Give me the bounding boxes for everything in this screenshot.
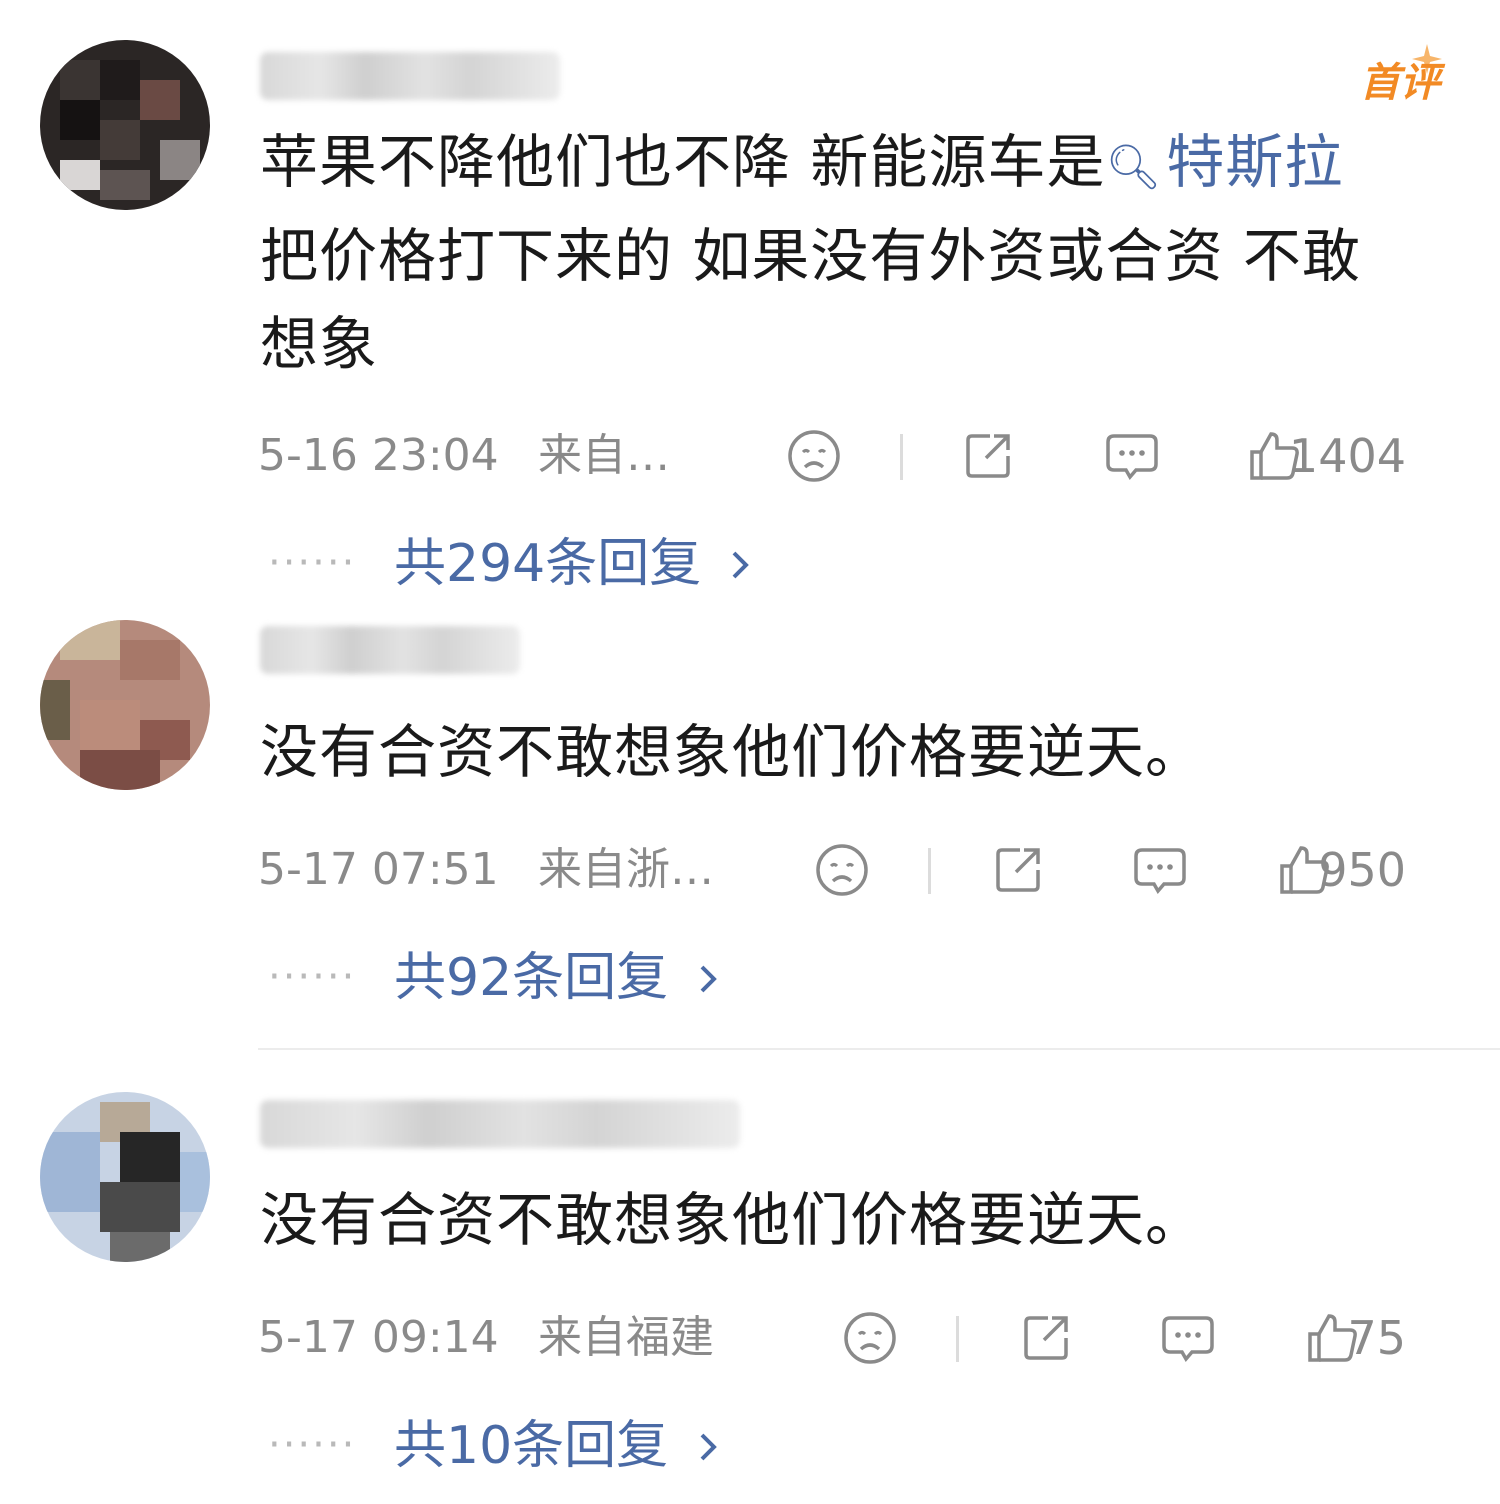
replies-count: 共92条回复: [394, 948, 669, 1008]
like-count: 1404: [1288, 429, 1406, 483]
share-icon[interactable]: [990, 842, 1046, 898]
avatar[interactable]: [40, 1092, 210, 1262]
chevron-right-icon: [700, 1433, 717, 1461]
like-count: 950: [1318, 843, 1406, 897]
comment-location: 来自浙…: [538, 844, 714, 895]
replies-count: 共10条回复: [394, 1416, 669, 1476]
replies-link[interactable]: ······ 共92条回复: [268, 948, 968, 1008]
comment-date: 5-17 09:14: [258, 1312, 499, 1363]
comment-meta: 5-17 09:14 来自福建 75: [258, 1308, 1458, 1368]
username-blurred[interactable]: [260, 1100, 740, 1148]
first-comment-badge: 首评: [1360, 60, 1440, 106]
sad-face-icon[interactable]: [842, 1310, 898, 1366]
comment-location: 来自…: [538, 430, 670, 481]
comment-meta: 5-17 07:51 来自浙… 950: [258, 840, 1458, 900]
like-count: 75: [1347, 1311, 1406, 1365]
dots-decoration: ······: [268, 540, 357, 586]
chevron-right-icon: [732, 551, 749, 579]
comment-text: 没有合资不敢想象他们价格要逆天。: [260, 718, 1205, 786]
topic-link[interactable]: 🔍︎特斯拉: [1105, 128, 1343, 196]
comment-location: 来自福建: [538, 1312, 714, 1363]
replies-link[interactable]: ······ 共10条回复: [268, 1416, 968, 1476]
comment-bubble-icon[interactable]: [1104, 428, 1160, 484]
replies-link[interactable]: ······ 共294条回复: [268, 534, 968, 594]
share-icon[interactable]: [1018, 1310, 1074, 1366]
comment-bubble-icon[interactable]: [1160, 1310, 1216, 1366]
comment-meta: 5-16 23:04 来自… 1404: [258, 426, 1458, 486]
avatar[interactable]: [40, 620, 210, 790]
divider: [928, 848, 931, 894]
comment-bubble-icon[interactable]: [1132, 842, 1188, 898]
share-icon[interactable]: [960, 428, 1016, 484]
username-blurred[interactable]: [260, 52, 560, 100]
username-blurred[interactable]: [260, 626, 520, 674]
chevron-right-icon: [700, 965, 717, 993]
dots-decoration: ······: [268, 954, 357, 1000]
comment-date: 5-17 07:51: [258, 844, 499, 895]
sad-face-icon[interactable]: [786, 428, 842, 484]
sad-face-icon[interactable]: [814, 842, 870, 898]
comment-separator: [258, 1048, 1500, 1050]
divider: [900, 434, 903, 480]
replies-count: 共294条回复: [394, 534, 702, 594]
comment-date: 5-16 23:04: [258, 430, 499, 481]
dots-decoration: ······: [268, 1422, 357, 1468]
search-icon: 🔍︎: [1105, 142, 1163, 193]
comment-text: 苹果不降他们也不降 新能源车是🔍︎特斯拉 把价格打下来的 如果没有外资或合资 不…: [260, 128, 1361, 378]
avatar[interactable]: [40, 40, 210, 210]
comment-text: 没有合资不敢想象他们价格要逆天。: [260, 1186, 1205, 1254]
divider: [956, 1316, 959, 1362]
